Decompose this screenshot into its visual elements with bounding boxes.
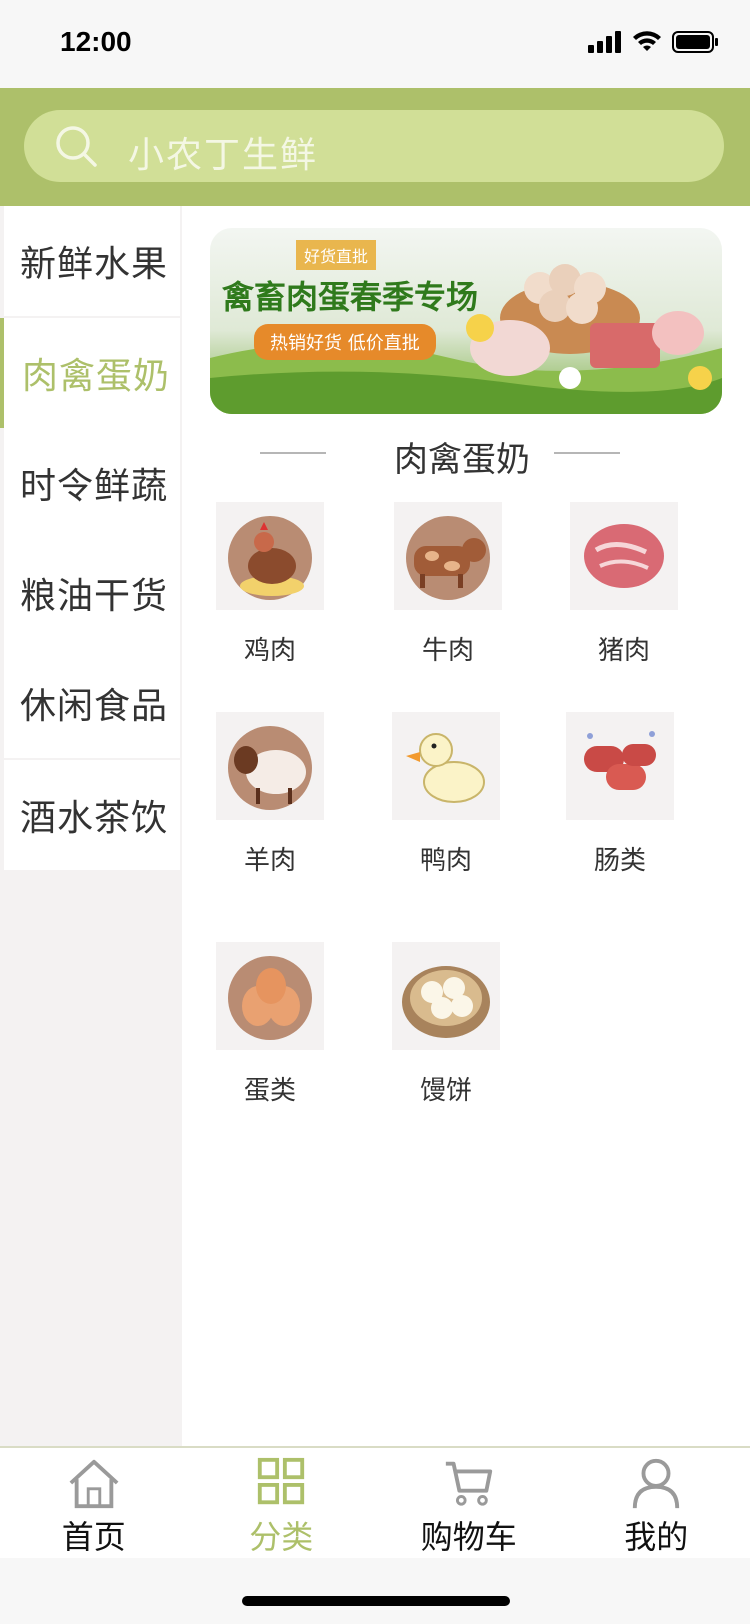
user-icon [633,1458,680,1509]
search-input[interactable]: 小农丁生鲜 [128,126,318,178]
tab-cart[interactable]: 购物车 [375,1448,563,1558]
main-content: 好货直批 禽畜肉蛋春季专场 热销好货 低价直批 肉禽蛋奶 鸡肉 牛肉 猪肉 羊肉… [182,206,750,1446]
cow-icon [394,502,502,610]
eggs-icon [216,942,324,1050]
bun-icon [392,942,500,1050]
category-label: 鸡肉 [243,636,296,666]
tab-label: 我的 [624,1518,689,1556]
banner-title: 禽畜肉蛋春季专场 [222,278,479,316]
cart-icon [445,1461,492,1506]
sidebar-item-fruit[interactable]: 新鲜水果 [4,206,180,316]
sausage-icon [566,712,674,820]
category-sausage[interactable]: 肠类 [566,712,674,877]
wifi-icon [633,31,661,51]
section-divider-left [260,452,326,454]
category-pork[interactable]: 猪肉 [570,502,678,667]
category-label: 鸭肉 [419,846,472,876]
tab-label: 购物车 [420,1518,517,1556]
battery-icon [672,31,718,53]
category-label: 蛋类 [243,1076,296,1106]
banner-subtitle: 热销好货 低价直批 [254,324,436,360]
banner-image [210,228,722,414]
search-bar[interactable]: 小农丁生鲜 [24,110,724,182]
status-icons [588,30,720,54]
category-lamb[interactable]: 羊肉 [216,712,324,877]
tab-label: 分类 [249,1518,314,1556]
category-label: 馒饼 [419,1076,472,1106]
category-label: 肠类 [593,846,646,876]
category-buns[interactable]: 馒饼 [392,942,500,1107]
home-indicator [242,1596,510,1606]
category-duck[interactable]: 鸭肉 [392,712,500,877]
status-time: 12:00 [60,26,132,57]
promo-banner[interactable]: 好货直批 禽畜肉蛋春季专场 热销好货 低价直批 [210,228,722,414]
sidebar-item-grain-oil[interactable]: 粮油干货 [4,538,180,648]
pork-icon [570,502,678,610]
header: 小农丁生鲜 [0,88,750,206]
status-bar: 12:00 [0,0,750,88]
duck-icon [392,712,500,820]
section-title: 肉禽蛋奶 [394,440,530,480]
category-chicken[interactable]: 鸡肉 [216,502,324,667]
sidebar-item-drinks[interactable]: 酒水茶饮 [4,760,180,870]
section-divider-right [554,452,620,454]
tab-home[interactable]: 首页 [0,1448,188,1558]
home-icon [69,1459,119,1509]
sidebar-item-meat[interactable]: 肉禽蛋奶 [0,318,180,428]
tab-mine[interactable]: 我的 [563,1448,750,1558]
category-beef[interactable]: 牛肉 [394,502,502,667]
sidebar-item-snacks[interactable]: 休闲食品 [4,648,180,758]
grid-icon [258,1457,305,1505]
category-label: 牛肉 [421,636,474,666]
category-label: 羊肉 [243,846,296,876]
chicken-icon [216,502,324,610]
search-icon [56,126,97,167]
tab-bar: 首页 分类 购物车 我的 [0,1446,750,1558]
category-sidebar: 新鲜水果 肉禽蛋奶 时令鲜蔬 粮油干货 休闲食品 酒水茶饮 [0,206,182,1446]
category-label: 猪肉 [597,636,650,666]
tab-label: 首页 [61,1518,126,1556]
sheep-icon [216,712,324,820]
signal-icon [588,31,621,53]
tab-category[interactable]: 分类 [188,1448,376,1558]
category-eggs[interactable]: 蛋类 [216,942,324,1107]
banner-tag: 好货直批 [296,240,377,270]
sidebar-item-vegetables[interactable]: 时令鲜蔬 [4,428,180,538]
